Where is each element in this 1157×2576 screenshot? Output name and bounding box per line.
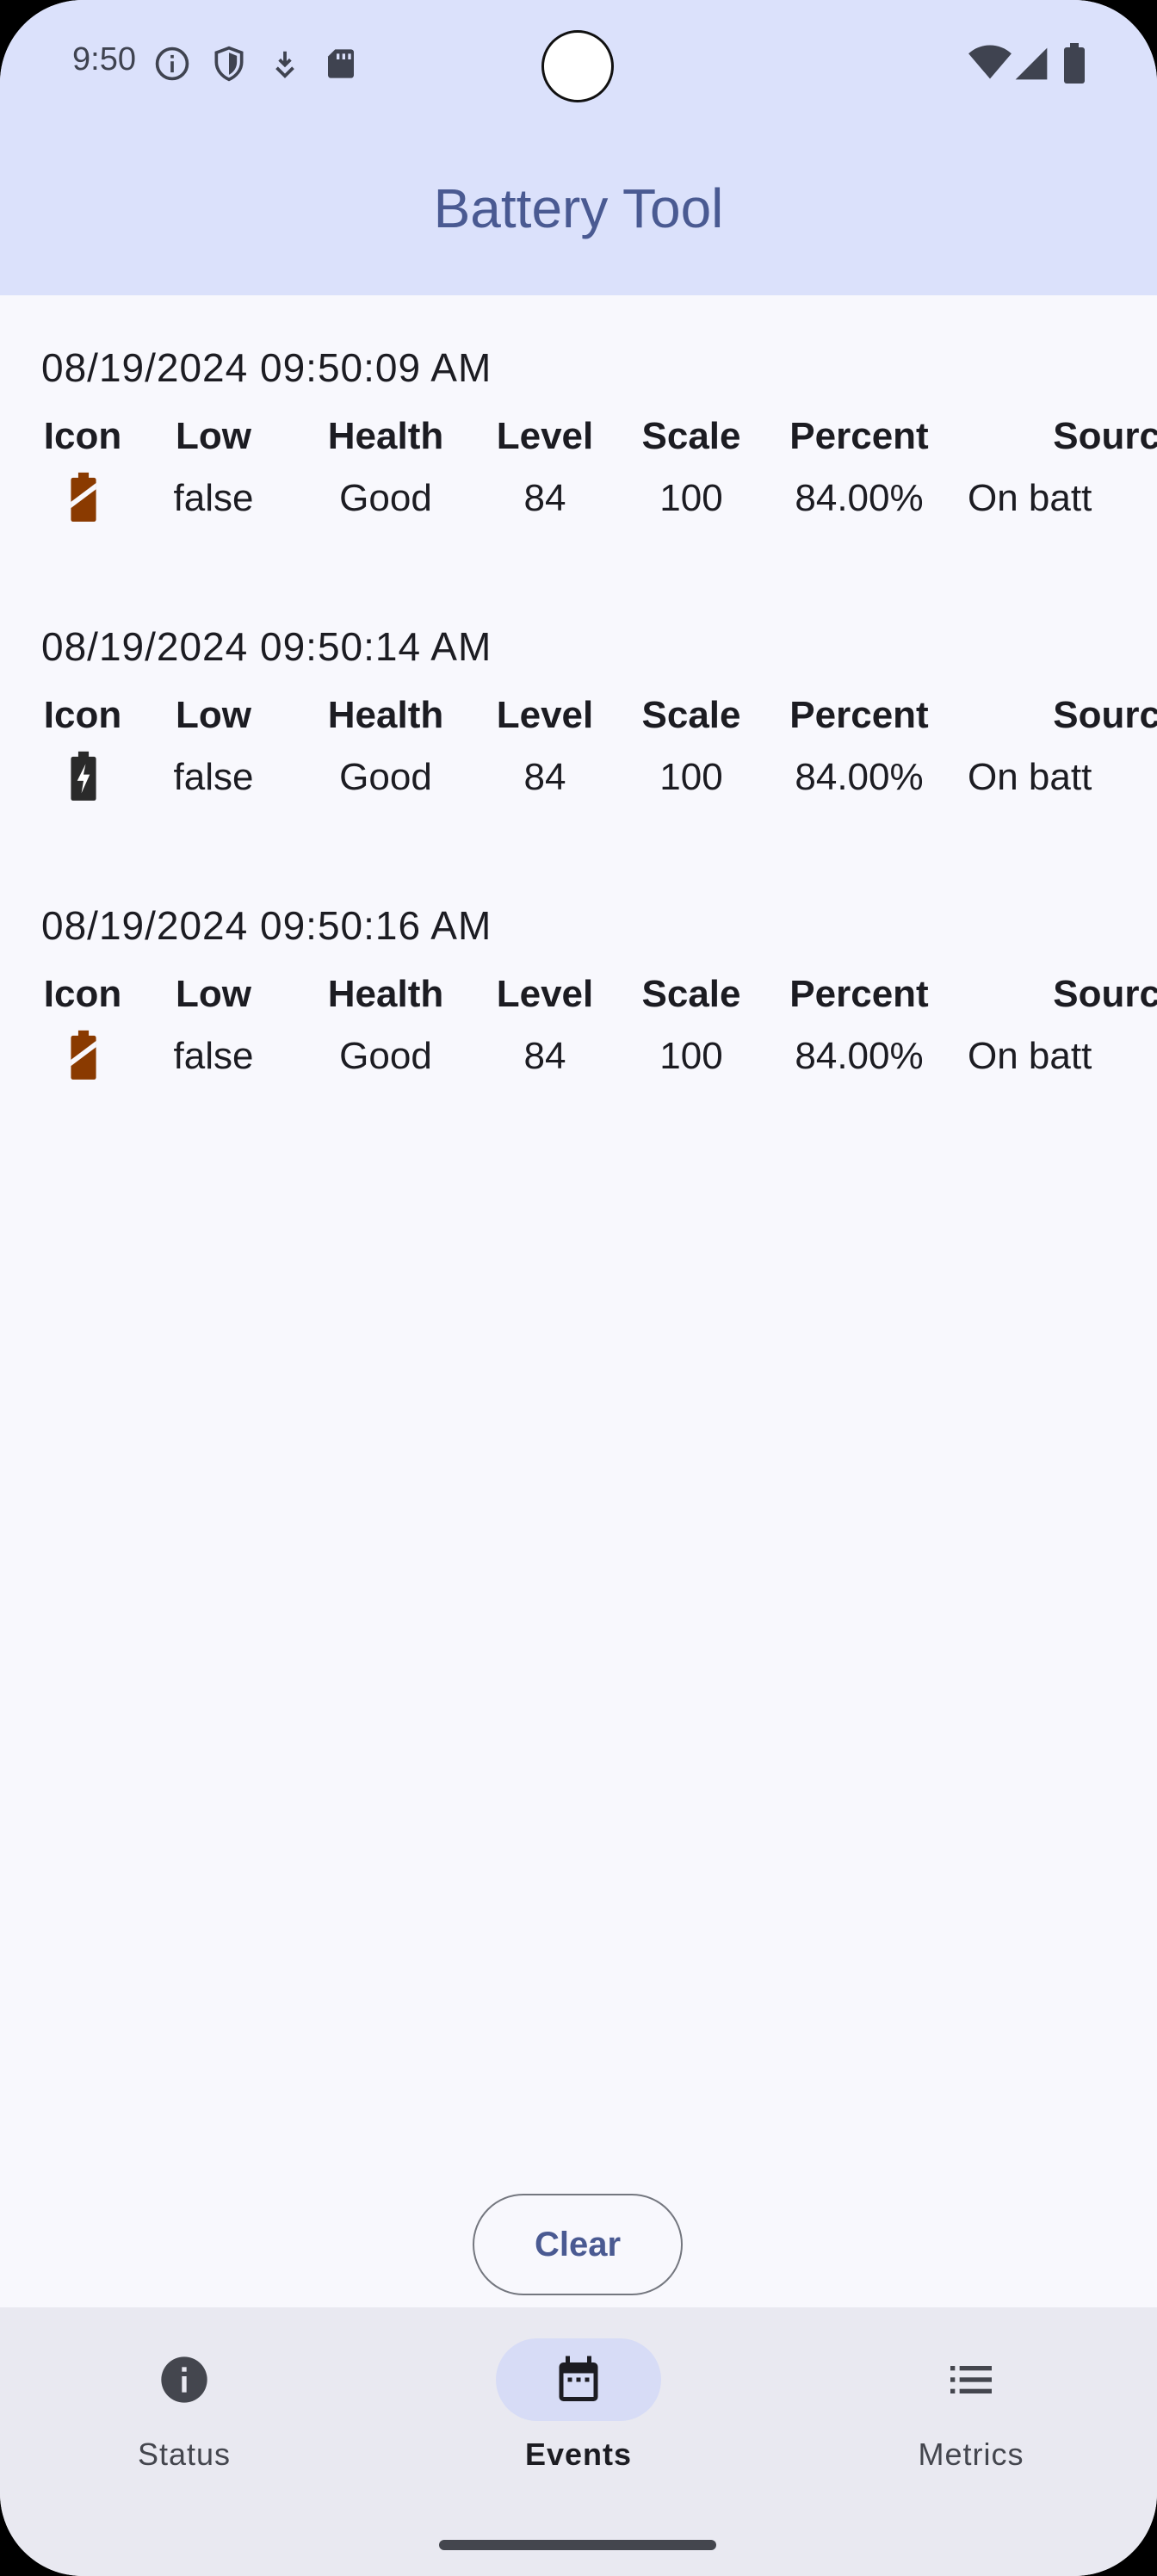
bottom-navigation: Status Events Metrics — [0, 2307, 1157, 2576]
nav-item-metrics[interactable]: Metrics — [842, 2307, 1100, 2480]
battery-charging-icon — [71, 751, 96, 801]
event-item: 08/19/2024 09:50:09 AM Icon Low Health Level… — [41, 344, 1157, 623]
signal-icon — [1015, 47, 1048, 80]
status-bar: 9:50 — [0, 0, 1157, 129]
column-header-percent: Percent — [789, 415, 929, 457]
event-level-value: 84 — [523, 1035, 566, 1077]
event-level-value: 84 — [523, 477, 566, 519]
event-low-value: false — [173, 1035, 254, 1077]
event-source-value: On batt — [968, 477, 1092, 519]
column-header-level: Level — [496, 973, 594, 1015]
events-list: 08/19/2024 09:50:09 AM Icon Low Health Level… — [41, 344, 1157, 1181]
event-percent-value: 84.00% — [795, 756, 924, 798]
event-low-value: false — [173, 477, 254, 519]
app-title: Battery Tool — [433, 177, 724, 239]
shield-icon — [214, 46, 244, 82]
device-screen: 9:50 Battery Tool 08/19/2024 09:50:09 AM… — [0, 0, 1157, 2576]
column-header-percent: Percent — [789, 973, 929, 1015]
event-scale-value: 100 — [659, 756, 723, 798]
home-indicator[interactable] — [439, 2540, 716, 2550]
column-header-health: Health — [327, 415, 444, 457]
event-scale-value: 100 — [659, 1035, 723, 1077]
column-header-source: Sourc — [1053, 694, 1157, 736]
nav-label-events: Events — [524, 2437, 633, 2472]
column-header-health: Health — [327, 973, 444, 1015]
column-header-icon: Icon — [43, 694, 122, 736]
calendar-icon — [559, 2356, 598, 2401]
wifi-icon — [968, 45, 1012, 79]
column-header-health: Health — [327, 694, 444, 736]
column-header-icon: Icon — [43, 415, 122, 457]
sdcard-icon — [328, 49, 354, 78]
event-source-value: On batt — [968, 756, 1092, 798]
app-header: 9:50 Battery Tool — [0, 0, 1157, 295]
column-header-percent: Percent — [789, 694, 929, 736]
column-header-level: Level — [496, 415, 594, 457]
clear-button[interactable]: Clear — [473, 2194, 683, 2295]
event-source-value: On batt — [968, 1035, 1092, 1077]
event-timestamp: 08/19/2024 09:50:14 AM — [41, 624, 492, 669]
column-header-low: Low — [176, 973, 251, 1015]
event-health-value: Good — [339, 1035, 432, 1077]
event-percent-value: 84.00% — [795, 477, 924, 519]
nav-label-metrics: Metrics — [918, 2437, 1024, 2472]
column-header-scale: Scale — [641, 415, 741, 457]
status-time: 9:50 — [72, 41, 136, 77]
event-health-value: Good — [339, 756, 432, 798]
front-camera — [541, 30, 614, 102]
column-header-icon: Icon — [43, 973, 122, 1015]
battery-discharging-icon — [71, 472, 96, 522]
event-level-value: 84 — [523, 756, 566, 798]
nav-label-status: Status — [137, 2437, 232, 2472]
battery-discharging-icon — [71, 1030, 96, 1080]
event-timestamp: 08/19/2024 09:50:09 AM — [41, 345, 492, 390]
column-header-low: Low — [176, 415, 251, 457]
column-header-scale: Scale — [641, 694, 741, 736]
download-icon — [275, 51, 294, 78]
info-icon — [155, 46, 189, 81]
column-header-low: Low — [176, 694, 251, 736]
event-scale-value: 100 — [659, 477, 723, 519]
event-item: 08/19/2024 09:50:16 AM Icon Low Health Level… — [41, 902, 1157, 1181]
column-header-level: Level — [496, 694, 594, 736]
column-header-source: Sourc — [1053, 415, 1157, 457]
event-percent-value: 84.00% — [795, 1035, 924, 1077]
event-item: 08/19/2024 09:50:14 AM Icon Low Health Level… — [41, 623, 1157, 902]
list-icon — [950, 2366, 992, 2393]
nav-item-events[interactable]: Events — [449, 2307, 708, 2480]
column-header-source: Sourc — [1053, 973, 1157, 1015]
battery-icon — [1064, 43, 1085, 84]
column-header-scale: Scale — [641, 973, 741, 1015]
event-timestamp: 08/19/2024 09:50:16 AM — [41, 903, 492, 948]
event-low-value: false — [173, 756, 254, 798]
event-health-value: Good — [339, 477, 432, 519]
nav-item-status[interactable]: Status — [55, 2307, 313, 2480]
info-icon — [161, 2356, 207, 2403]
